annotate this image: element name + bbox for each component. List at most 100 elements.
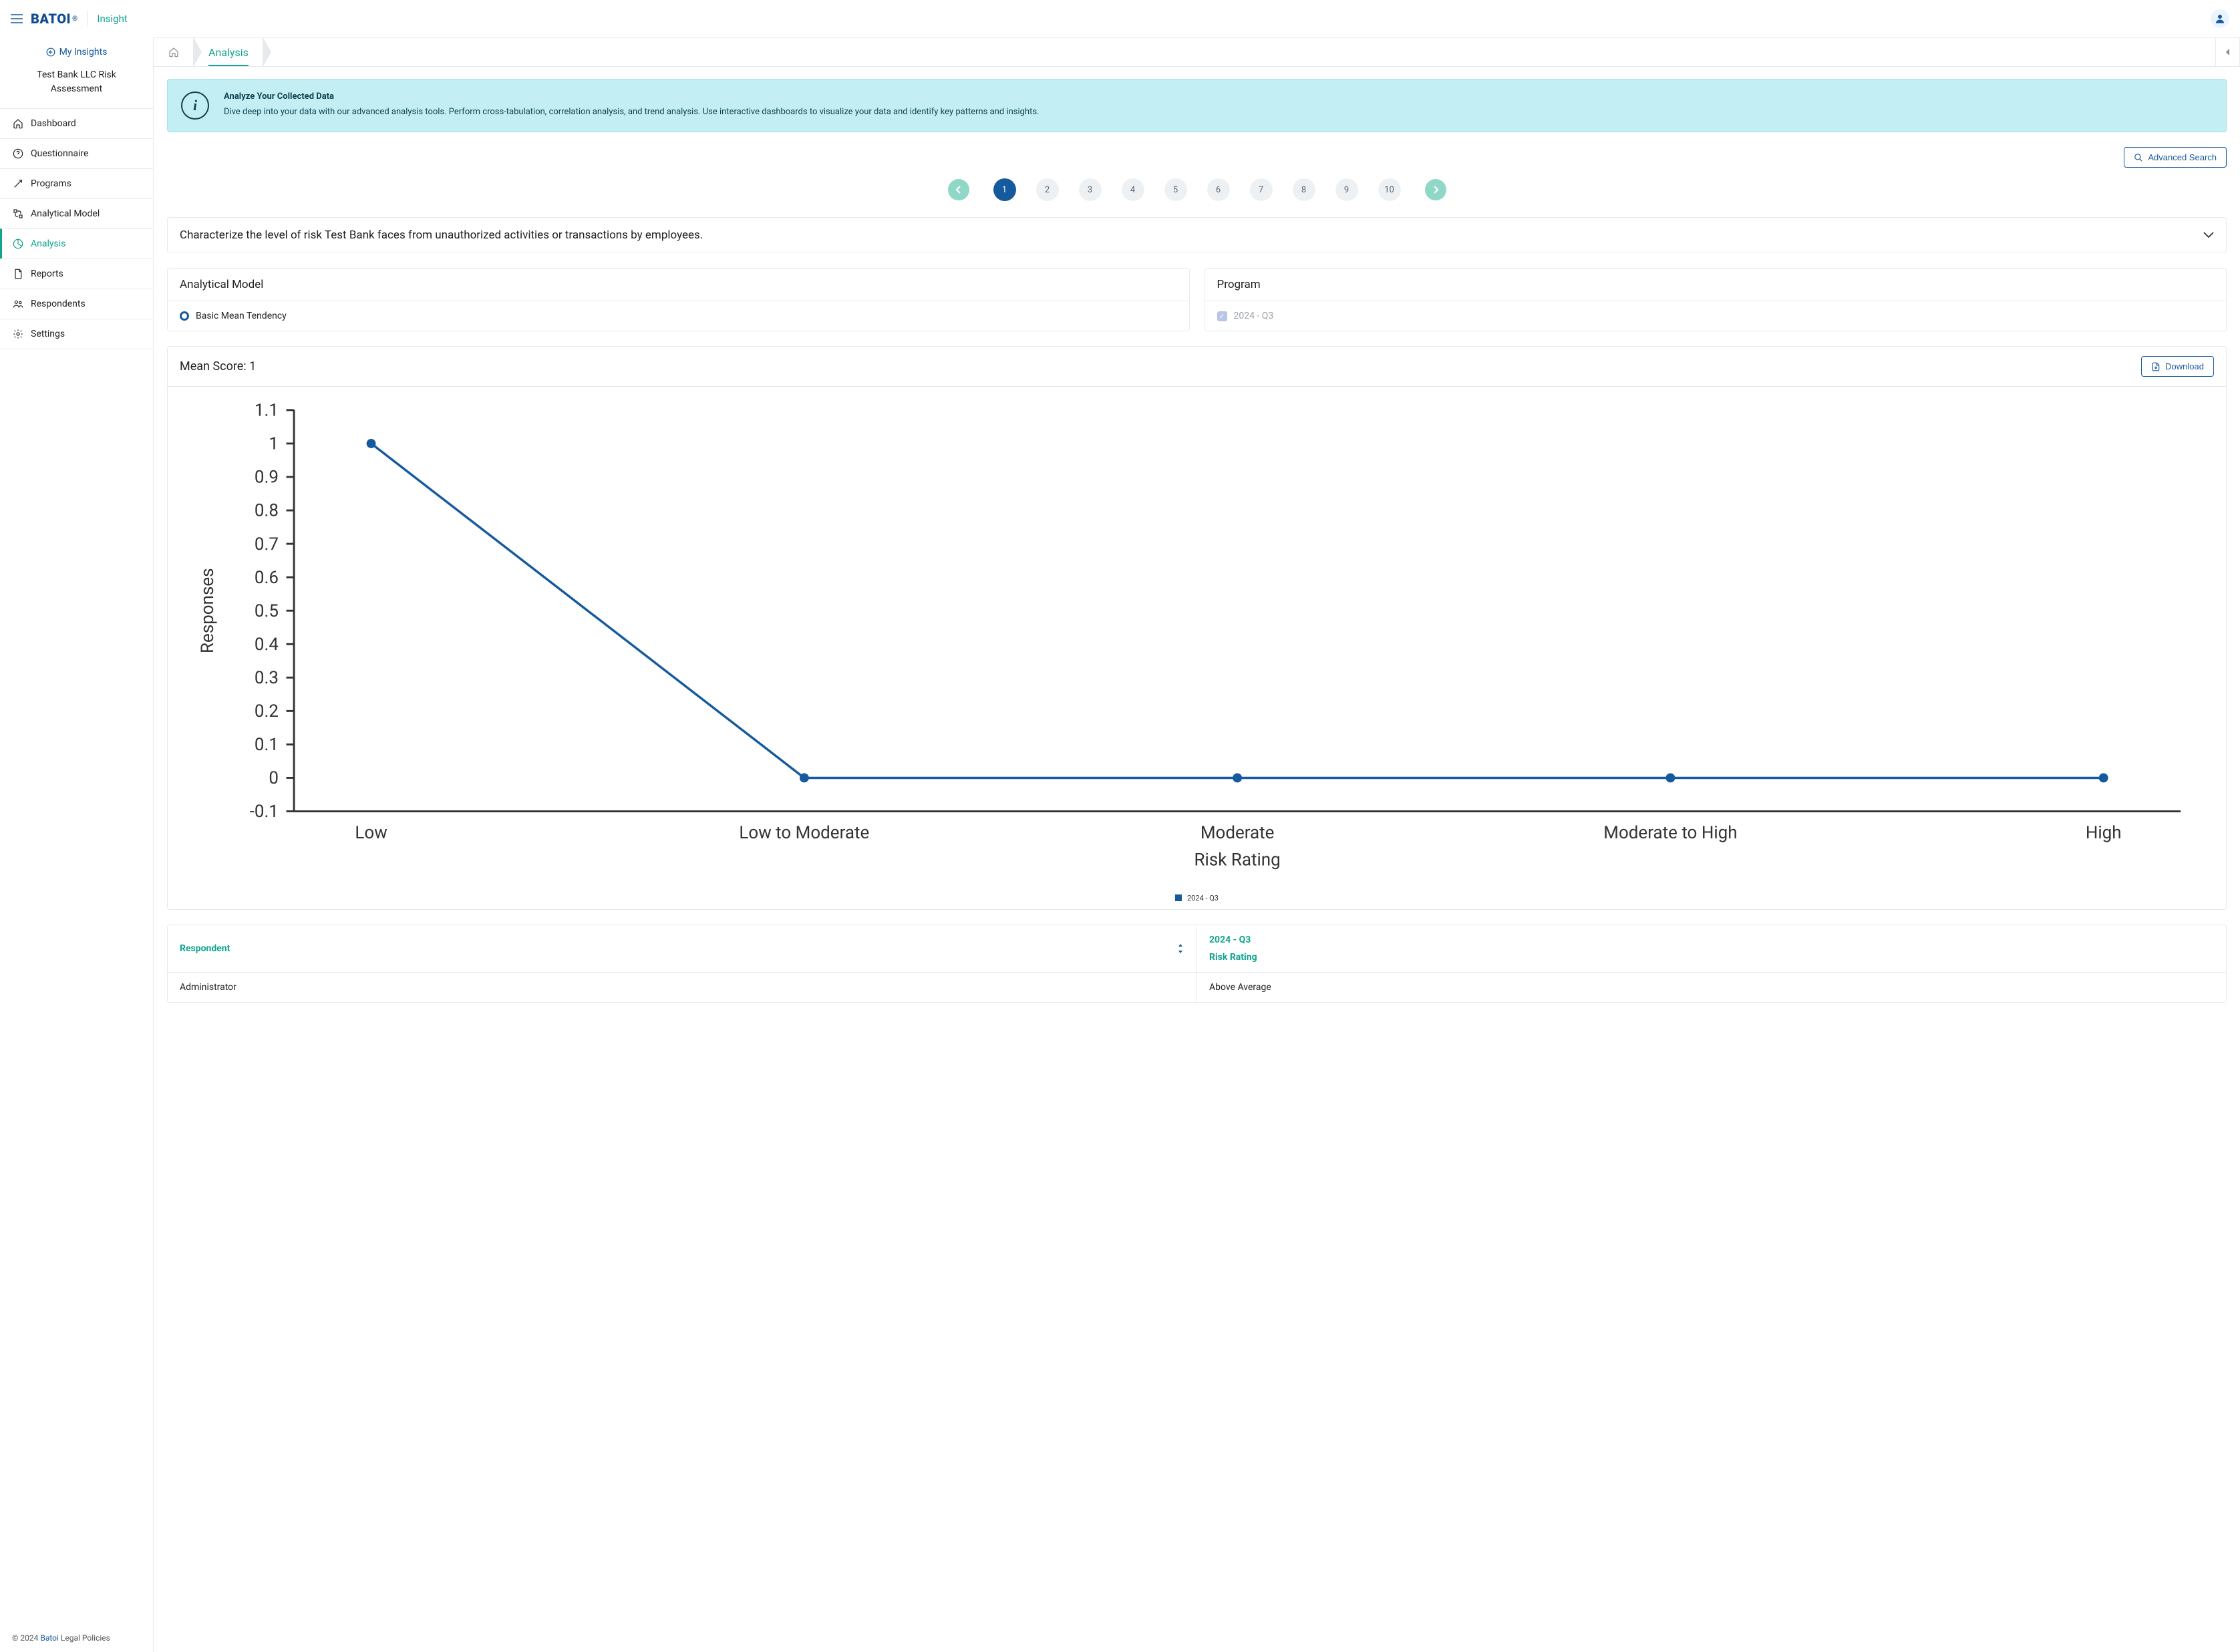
programs-icon — [12, 178, 24, 189]
responses-line-chart: -0.100.10.20.30.40.50.60.70.80.911.1Resp… — [174, 391, 2219, 892]
svg-text:0.9: 0.9 — [255, 468, 279, 488]
sidebar-item-label: Dashboard — [31, 118, 76, 129]
help-icon — [12, 148, 24, 159]
breadcrumb-analysis[interactable]: Analysis — [194, 38, 263, 66]
table-header-respondent: Respondent — [180, 943, 230, 954]
mean-score-label: Mean Score: 1 — [180, 359, 256, 373]
sidebar-item-label: Programs — [31, 178, 71, 189]
table-header-risk-rating: Risk Rating — [1209, 952, 2214, 963]
sidebar-item-label: Analysis — [31, 238, 65, 249]
back-to-insights-link[interactable]: My Insights — [0, 37, 153, 64]
app-name: Insight — [97, 13, 127, 25]
chevron-left-icon — [955, 186, 962, 194]
svg-text:0.8: 0.8 — [255, 501, 279, 521]
footer-legal: Legal Policies — [59, 1633, 110, 1643]
respondent-table: Respondent 2024 - Q3 Risk Rating — [168, 925, 2226, 1002]
checkbox-checked-icon[interactable]: ✓ — [1217, 311, 1227, 321]
svg-text:0.1: 0.1 — [255, 735, 279, 755]
paginator-page-8[interactable]: 8 — [1293, 178, 1315, 201]
svg-text:0.5: 0.5 — [255, 601, 279, 621]
banner-title: Analyze Your Collected Data — [224, 92, 1039, 102]
analysis-icon — [12, 238, 24, 249]
sidebar-item-model[interactable]: Analytical Model — [0, 198, 153, 228]
paginator-page-3[interactable]: 3 — [1079, 178, 1102, 201]
breadcrumb-bar: Analysis — [154, 37, 2240, 67]
question-card: Characterize the level of risk Test Bank… — [167, 217, 2227, 253]
program-option-label: 2024 - Q3 — [1234, 311, 1274, 321]
sidebar-item-dashboard[interactable]: Dashboard — [0, 108, 153, 138]
footer-brand-link[interactable]: Batoi — [40, 1633, 59, 1643]
back-link-label: My Insights — [59, 47, 108, 57]
paginator-page-6[interactable]: 6 — [1207, 178, 1230, 201]
table-header-period: 2024 - Q3 — [1209, 935, 2214, 945]
hamburger-icon — [11, 14, 23, 23]
paginator-page-10[interactable]: 10 — [1378, 178, 1401, 201]
svg-text:0.7: 0.7 — [255, 534, 279, 554]
logo-text: BATOI — [31, 11, 71, 27]
search-icon — [2134, 153, 2143, 162]
sidebar-footer: © 2024 Batoi Legal Policies — [0, 1624, 153, 1652]
paginator-page-5[interactable]: 5 — [1164, 178, 1187, 201]
footer-copyright: © 2024 — [12, 1633, 40, 1643]
back-arrow-icon — [46, 47, 55, 57]
paginator-page-2[interactable]: 2 — [1036, 178, 1059, 201]
model-icon — [12, 208, 24, 219]
svg-text:Low: Low — [355, 823, 387, 843]
table-row: AdministratorAbove Average — [168, 972, 2226, 1002]
sidebar-item-analysis[interactable]: Analysis — [0, 228, 153, 259]
svg-text:0.6: 0.6 — [255, 568, 279, 588]
download-icon — [2151, 362, 2161, 371]
chevron-left-icon — [2225, 48, 2231, 56]
paginator-page-9[interactable]: 9 — [1335, 178, 1358, 201]
breadcrumb-collapse-button[interactable] — [2215, 38, 2239, 66]
sort-button[interactable] — [1176, 944, 1184, 953]
user-icon — [2214, 13, 2226, 25]
download-button[interactable]: Download — [2141, 356, 2214, 377]
user-avatar-button[interactable] — [2211, 9, 2229, 28]
page-body: i Analyze Your Collected Data Dive deep … — [154, 67, 2240, 1029]
project-title: Test Bank LLC Risk Assessment — [0, 64, 153, 108]
sidebar-item-reports[interactable]: Reports — [0, 259, 153, 289]
question-paginator: 123456789 10 — [167, 178, 2227, 201]
svg-text:Moderate: Moderate — [1201, 823, 1275, 843]
paginator-page-7[interactable]: 7 — [1250, 178, 1273, 201]
panel-title: Program — [1205, 269, 2227, 301]
chart-legend: 2024 - Q3 — [174, 894, 2219, 902]
home-icon — [12, 118, 24, 129]
banner-text: Dive deep into your data with our advanc… — [224, 106, 1039, 119]
info-icon: i — [181, 92, 209, 120]
sidebar-item-programs[interactable]: Programs — [0, 168, 153, 198]
logo-registered: ® — [72, 15, 77, 23]
question-expand-button[interactable] — [2203, 232, 2214, 238]
legend-label: 2024 - Q3 — [1187, 894, 1219, 902]
radio-selected-icon[interactable] — [180, 311, 189, 321]
paginator-page-4[interactable]: 4 — [1122, 178, 1144, 201]
analytical-model-panel: Analytical Model Basic Mean Tendency — [167, 268, 1190, 331]
svg-text:0: 0 — [269, 768, 279, 788]
svg-text:0.4: 0.4 — [255, 635, 279, 655]
cell-respondent: Administrator — [168, 972, 1197, 1002]
breadcrumb-label: Analysis — [208, 46, 249, 59]
info-banner: i Analyze Your Collected Data Dive deep … — [167, 79, 2227, 132]
brand-logo[interactable]: BATOI® — [31, 11, 77, 27]
paginator-next-button[interactable] — [1425, 179, 1446, 200]
sidebar-nav: Dashboard Questionnaire Programs Analyti… — [0, 108, 153, 1624]
menu-toggle[interactable] — [11, 14, 23, 23]
sidebar: My Insights Test Bank LLC Risk Assessmen… — [0, 37, 154, 1652]
sidebar-item-settings[interactable]: Settings — [0, 319, 153, 349]
svg-text:Responses: Responses — [198, 568, 218, 653]
respondent-table-card: Respondent 2024 - Q3 Risk Rating — [167, 925, 2227, 1003]
svg-text:0.3: 0.3 — [255, 668, 279, 688]
breadcrumb-home[interactable] — [154, 38, 194, 66]
sidebar-item-label: Reports — [31, 269, 63, 279]
sidebar-item-respondents[interactable]: Respondents — [0, 289, 153, 319]
advanced-search-button[interactable]: Advanced Search — [2124, 147, 2227, 168]
content-area: Analysis i Analyze Your Collected Data D… — [154, 37, 2240, 1652]
svg-text:Low to Moderate: Low to Moderate — [739, 823, 869, 843]
sidebar-item-questionnaire[interactable]: Questionnaire — [0, 138, 153, 168]
advanced-search-label: Advanced Search — [2148, 152, 2217, 162]
home-icon — [168, 47, 179, 57]
sidebar-item-label: Analytical Model — [31, 208, 100, 219]
paginator-page-1[interactable]: 1 — [993, 178, 1016, 201]
paginator-prev-button[interactable] — [948, 179, 969, 200]
